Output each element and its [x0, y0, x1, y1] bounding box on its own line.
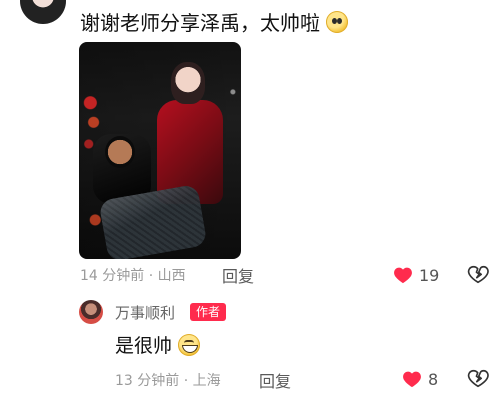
- dancer-head: [105, 136, 135, 168]
- author-badge: 作者: [190, 303, 227, 321]
- reply-like-count: 8: [428, 369, 439, 389]
- broken-heart-icon[interactable]: [467, 264, 489, 286]
- heart-icon: [394, 267, 412, 284]
- reply-text: 是很帅: [115, 334, 201, 358]
- reply-like-button[interactable]: 8: [402, 368, 438, 390]
- comment-reply-button[interactable]: 回复: [222, 263, 254, 287]
- comment-text-content: 谢谢老师分享泽禹，太帅啦: [80, 11, 320, 35]
- reply-reply-button[interactable]: 回复: [259, 368, 291, 392]
- author-avatar[interactable]: [79, 300, 103, 324]
- heart-icon: [403, 371, 421, 388]
- performer-head: [171, 62, 205, 104]
- comment-like-button[interactable]: 19: [393, 264, 439, 286]
- reply-meta: 13 分钟前 · 上海: [115, 373, 221, 389]
- author-username[interactable]: 万事顺利: [115, 302, 175, 323]
- grinning-face-emoji-icon: [178, 334, 201, 356]
- pleading-face-emoji-icon: [326, 11, 349, 33]
- comment-like-count: 19: [419, 265, 440, 285]
- comment-image[interactable]: [79, 42, 241, 259]
- reply-text-content: 是很帅: [115, 335, 173, 357]
- broken-heart-icon[interactable]: [467, 368, 489, 390]
- commenter-avatar[interactable]: [20, 0, 66, 24]
- comment-meta: 14 分钟前 · 山西: [80, 268, 186, 284]
- comment-text: 谢谢老师分享泽禹，太帅啦: [80, 11, 349, 35]
